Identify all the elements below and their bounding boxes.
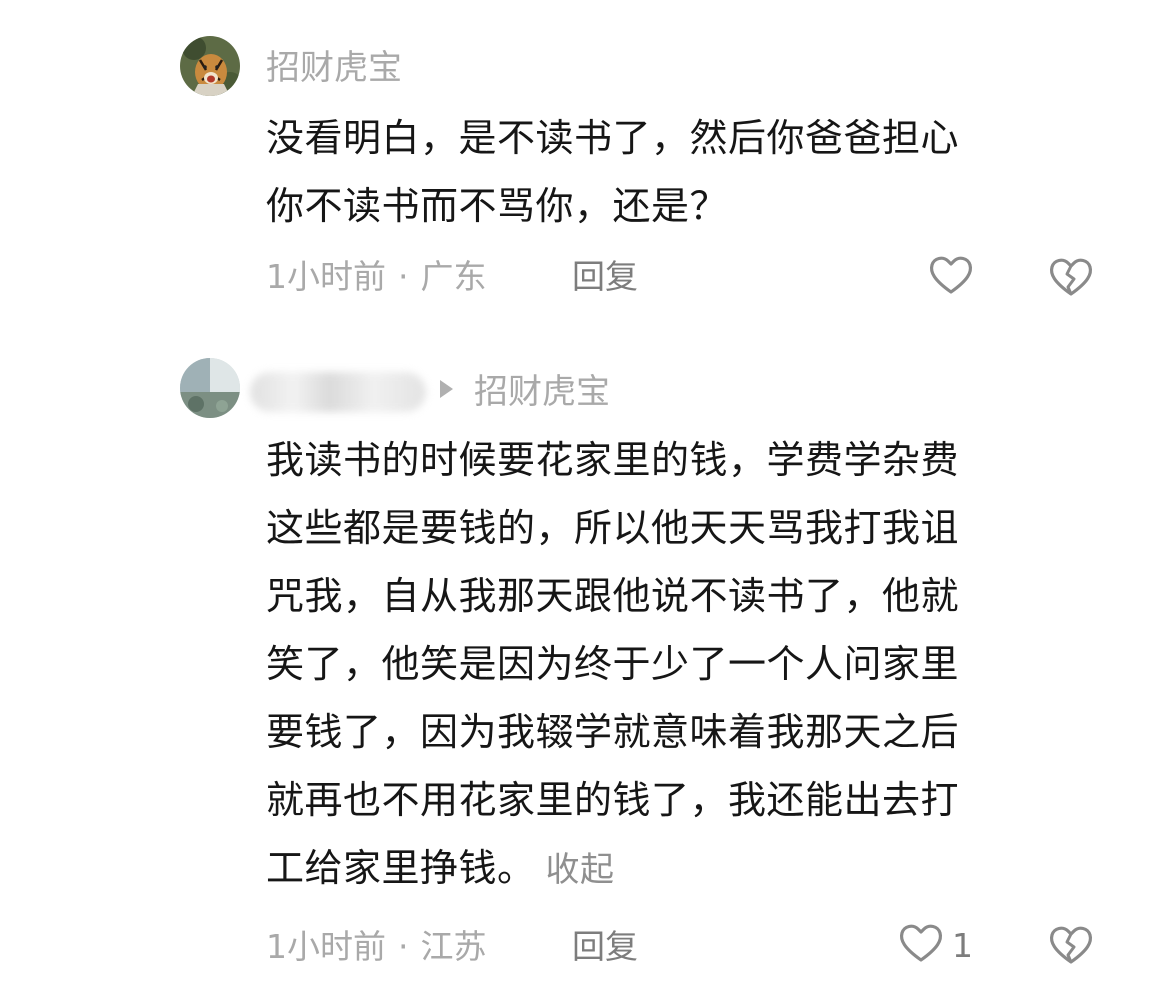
comment-text-line: 笑了，他笑是因为终于少了一个人问家里 xyxy=(266,642,960,686)
like-button[interactable] xyxy=(926,252,976,302)
comment-text-line: 就再也不用花家里的钱了，我还能出去打 xyxy=(266,778,960,822)
comment-text-line: 我读书的时候要花家里的钱，学费学杂费 xyxy=(266,438,960,482)
broken-heart-icon xyxy=(1046,926,1096,974)
comment-time: 1小时前 xyxy=(266,927,386,966)
comment-text: 我读书的时候要花家里的钱，学费学杂费 这些都是要钱的，所以他天天骂我打我诅 咒我… xyxy=(266,426,1086,904)
meta-separator: · xyxy=(398,257,409,296)
meta-separator: · xyxy=(398,927,409,966)
reply-button[interactable]: 回复 xyxy=(572,257,638,297)
heart-icon xyxy=(926,250,976,304)
comment-location: 江苏 xyxy=(420,927,487,966)
comment-text-line: 这些都是要钱的，所以他天天骂我打我诅 xyxy=(266,506,960,550)
comment-meta: 1小时前 · 江苏 xyxy=(266,927,487,967)
broken-heart-icon xyxy=(1046,258,1096,306)
like-button[interactable]: 1 xyxy=(896,920,973,970)
blurred-avatar-icon[interactable] xyxy=(180,358,240,418)
tiger-avatar-icon[interactable] xyxy=(180,36,240,96)
comment-text-line: 咒我，自从我那天跟他说不读书了，他就 xyxy=(266,574,960,618)
comment-text-line: 没看明白，是不读书了，然后你爸爸担心 xyxy=(266,116,960,160)
comment-text: 没看明白，是不读书了，然后你爸爸担心 你不读书而不骂你，还是？ xyxy=(266,104,1086,240)
comment-meta: 1小时前 · 广东 xyxy=(266,257,487,297)
heart-icon xyxy=(896,918,946,972)
reply-button[interactable]: 回复 xyxy=(572,927,638,967)
comment-text-line: 要钱了，因为我辍学就意味着我那天之后 xyxy=(266,710,960,754)
dislike-button[interactable] xyxy=(1046,252,1096,302)
reply-arrow-icon xyxy=(440,380,453,398)
like-count: 1 xyxy=(952,925,973,965)
blurred-username[interactable] xyxy=(250,372,426,412)
collapse-button[interactable]: 收起 xyxy=(546,850,615,890)
comment-username[interactable]: 招财虎宝 xyxy=(266,48,402,88)
comment-location: 广东 xyxy=(420,257,487,296)
comment-text-line: 你不读书而不骂你，还是？ xyxy=(266,184,729,228)
dislike-button[interactable] xyxy=(1046,920,1096,970)
comment-time: 1小时前 xyxy=(266,257,386,296)
comment-text-line-last: 工给家里挣钱。 收起 xyxy=(266,834,1086,904)
reply-target-username[interactable]: 招财虎宝 xyxy=(474,372,610,412)
comment-text-line: 工给家里挣钱。 xyxy=(266,846,536,890)
